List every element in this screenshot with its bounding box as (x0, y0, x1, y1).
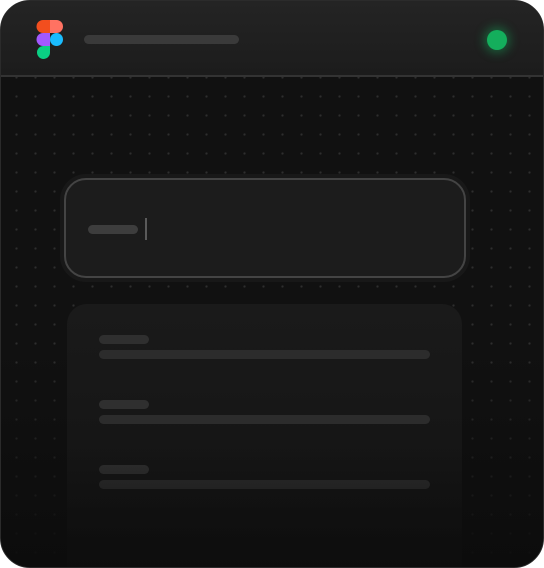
list-item[interactable] (99, 400, 430, 430)
text-caret (145, 218, 147, 240)
list-item-line-placeholder (99, 415, 430, 424)
figma-logo-icon (36, 20, 63, 59)
list-item-title-placeholder (99, 465, 149, 474)
results-panel (67, 304, 462, 567)
panel-fade (67, 444, 462, 567)
list-item-line-placeholder (99, 350, 430, 359)
list-item-title-placeholder (99, 335, 149, 344)
list-item[interactable] (99, 335, 430, 365)
app-window (0, 0, 544, 568)
status-indicator (487, 30, 507, 50)
search-label-placeholder (88, 225, 138, 234)
list-item-title-placeholder (99, 400, 149, 409)
search-input[interactable] (64, 178, 466, 278)
list-item[interactable] (99, 465, 430, 495)
list-item-line-placeholder (99, 480, 430, 489)
title-bar (1, 1, 543, 77)
window-title-placeholder (84, 35, 239, 44)
